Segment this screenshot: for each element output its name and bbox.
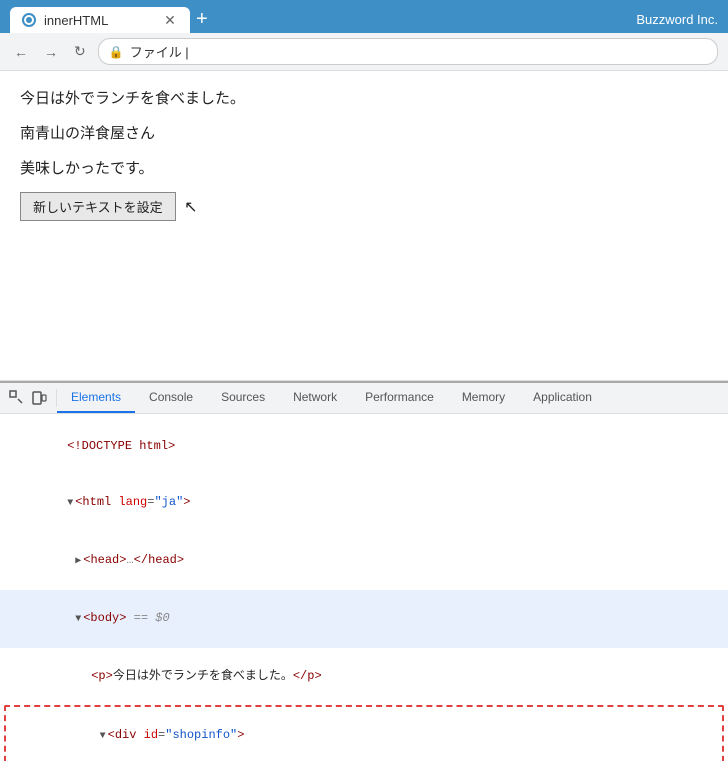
html-triangle[interactable] (67, 498, 73, 509)
doctype-text: <!DOCTYPE html> (67, 439, 175, 453)
page-content: 今日は外でランチを食べました。 南青山の洋食屋さん 美味しかったです。 新しいテ… (0, 71, 728, 381)
lock-icon: 🔒 (109, 45, 124, 59)
browser-titlebar: innerHTML ✕ + Buzzword Inc. (0, 0, 728, 33)
button-container: 新しいテキストを設定 ↖ (20, 192, 197, 221)
tab-console[interactable]: Console (135, 383, 207, 413)
address-text: ファイル | (130, 42, 189, 61)
tab-sources[interactable]: Sources (207, 383, 279, 413)
head-triangle[interactable] (75, 556, 81, 567)
active-tab[interactable]: innerHTML ✕ (10, 7, 190, 33)
new-tab-button[interactable]: + (190, 6, 214, 33)
refresh-button[interactable]: ↻ (70, 41, 90, 62)
tab-close-button[interactable]: ✕ (162, 12, 178, 28)
devtools-panel: Elements Console Sources Network Perform… (0, 381, 728, 761)
page-line3: 美味しかったです。 (20, 157, 708, 178)
tab-network[interactable]: Network (279, 383, 351, 413)
tab-elements[interactable]: Elements (57, 383, 135, 413)
dom-div-highlight: <div id="shopinfo"> <p>南青山の洋食屋さん</p> <sc… (4, 705, 724, 761)
devtools-icon-group (0, 389, 57, 407)
dom-doctype: <!DOCTYPE html> (0, 418, 728, 474)
set-text-button[interactable]: 新しいテキストを設定 (20, 192, 176, 221)
inspect-icon[interactable] (8, 389, 26, 407)
devtools-dom-content[interactable]: <!DOCTYPE html> <html lang="ja"> <head>…… (0, 414, 728, 761)
address-input[interactable]: 🔒 ファイル | (98, 38, 718, 65)
dom-body-line[interactable]: <body> == $0 (0, 590, 728, 648)
div-triangle[interactable] (100, 731, 106, 742)
tab-application[interactable]: Application (519, 383, 606, 413)
dom-html-open: <html lang="ja"> (0, 474, 728, 532)
tab-memory[interactable]: Memory (448, 383, 519, 413)
page-line1: 今日は外でランチを食べました。 (20, 87, 708, 108)
tab-favicon (22, 13, 36, 27)
device-icon[interactable] (30, 389, 48, 407)
cursor-graphic: ↖ (184, 197, 197, 217)
tab-title: innerHTML (44, 13, 108, 28)
page-line2: 南青山の洋食屋さん (20, 122, 708, 143)
devtools-toolbar: Elements Console Sources Network Perform… (0, 383, 728, 414)
back-button[interactable]: ← (10, 42, 32, 62)
devtools-tabs: Elements Console Sources Network Perform… (57, 383, 606, 413)
address-bar: ← → ↻ 🔒 ファイル | (0, 33, 728, 71)
dom-head-collapsed[interactable]: <head>…</head> (0, 532, 728, 590)
forward-button[interactable]: → (40, 42, 62, 62)
browser-top-right: Buzzword Inc. (636, 12, 718, 27)
tab-bar: innerHTML ✕ + (10, 6, 628, 33)
dom-p1: <p>今日は外でランチを食べました。</p> (0, 648, 728, 704)
tab-performance[interactable]: Performance (351, 383, 448, 413)
body-triangle[interactable] (75, 614, 81, 625)
dom-div-open: <div id="shopinfo"> (6, 707, 722, 761)
